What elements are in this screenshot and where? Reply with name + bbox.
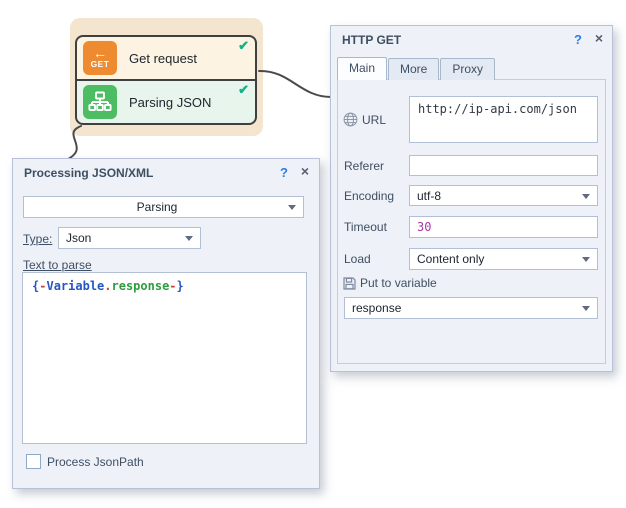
type-select[interactable]: Json <box>58 227 201 249</box>
node-label: Get request <box>129 51 197 66</box>
type-label[interactable]: Type: <box>23 232 52 246</box>
tab-main[interactable]: Main <box>337 57 387 80</box>
success-check-icon: ✔ <box>238 38 249 54</box>
code-token: . <box>104 279 111 293</box>
code-token: Variable <box>46 279 104 293</box>
tab-content-main <box>337 79 606 364</box>
chevron-down-icon <box>185 236 193 241</box>
help-icon[interactable]: ? <box>280 165 288 180</box>
http-get-panel: HTTP GET ? × Main More Proxy URL http:/ <box>330 25 613 372</box>
close-icon[interactable]: × <box>595 31 603 45</box>
help-icon[interactable]: ? <box>574 32 582 47</box>
connector-to-http-panel <box>259 71 331 97</box>
text-to-parse-input[interactable]: {-Variable.response-} <box>22 272 307 444</box>
panel-title: HTTP GET <box>342 33 401 47</box>
http-get-icon: ← GET <box>83 41 117 75</box>
org-tree-glyph <box>88 90 112 114</box>
flow-node-parsing-json[interactable]: Parsing JSON ✔ <box>75 79 257 125</box>
text-to-parse-label[interactable]: Text to parse <box>23 258 92 272</box>
process-jsonpath-checkbox[interactable] <box>26 454 41 469</box>
flow-node-stack: ← GET Get request ✔ Parsing JSON <box>75 35 257 125</box>
app-canvas: ← GET Get request ✔ Parsing JSON <box>0 0 626 508</box>
get-label-glyph: GET <box>91 59 110 69</box>
tab-more[interactable]: More <box>388 58 439 80</box>
tab-bar: Main More Proxy <box>337 57 496 80</box>
mode-select[interactable]: Parsing <box>23 196 304 218</box>
flow-node-get-request[interactable]: ← GET Get request ✔ <box>75 35 257 81</box>
get-arrow-glyph: ← <box>93 47 107 59</box>
chevron-down-icon <box>288 205 296 210</box>
success-check-icon: ✔ <box>238 82 249 98</box>
tab-proxy[interactable]: Proxy <box>440 58 495 80</box>
processing-json-xml-panel: Processing JSON/XML ? × Parsing Type: Js… <box>12 158 320 489</box>
process-jsonpath-label: Process JsonPath <box>47 455 144 469</box>
node-label: Parsing JSON <box>129 95 211 110</box>
code-token: response <box>112 279 170 293</box>
code-token: - <box>169 279 176 293</box>
close-icon[interactable]: × <box>301 164 309 178</box>
code-token: } <box>177 279 184 293</box>
panel-title: Processing JSON/XML <box>24 166 153 180</box>
parse-tree-icon <box>83 85 117 119</box>
